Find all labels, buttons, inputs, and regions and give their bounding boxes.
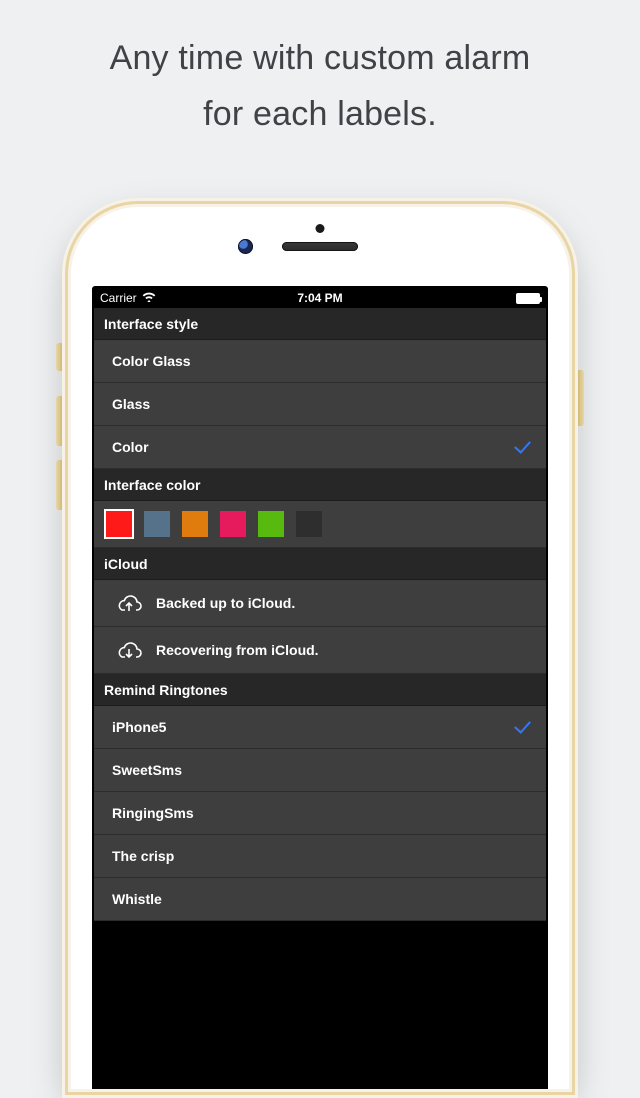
color-swatch-row: [94, 501, 546, 548]
phone-speaker: [282, 242, 358, 251]
ringtone-ringingsms[interactable]: RingingSms: [94, 792, 546, 835]
ringtone-label: The crisp: [112, 848, 174, 864]
color-swatch-black[interactable]: [296, 511, 322, 537]
phone-frame: Carrier 7:04 PM Interface style Color Gl…: [62, 198, 578, 1098]
icloud-backup-label: Backed up to iCloud.: [156, 595, 295, 611]
style-option-glass[interactable]: Glass: [94, 383, 546, 426]
ringtone-label: RingingSms: [112, 805, 194, 821]
ringtone-label: SweetSms: [112, 762, 182, 778]
status-bar: Carrier 7:04 PM: [94, 288, 546, 308]
phone-volume-up: [56, 396, 62, 446]
color-swatch-slate[interactable]: [144, 511, 170, 537]
phone-sensor-dot: [316, 224, 325, 233]
icloud-backup-row[interactable]: Backed up to iCloud.: [94, 580, 546, 627]
carrier-label: Carrier: [100, 291, 137, 305]
clock-time: 7:04 PM: [297, 291, 342, 305]
style-option-label: Color: [112, 439, 149, 455]
color-swatch-pink[interactable]: [220, 511, 246, 537]
icloud-restore-row[interactable]: Recovering from iCloud.: [94, 627, 546, 674]
ringtone-label: Whistle: [112, 891, 162, 907]
color-swatch-green[interactable]: [258, 511, 284, 537]
wifi-icon: [142, 291, 156, 305]
section-header-interface-style: Interface style: [94, 308, 546, 340]
phone-screen: Carrier 7:04 PM Interface style Color Gl…: [92, 286, 548, 1098]
ringtone-whistle[interactable]: Whistle: [94, 878, 546, 921]
marketing-headline: Any time with custom alarm for each labe…: [0, 0, 640, 142]
style-option-color-glass[interactable]: Color Glass: [94, 340, 546, 383]
cloud-upload-icon: [116, 593, 142, 613]
phone-front-camera: [238, 239, 253, 254]
style-option-color[interactable]: Color: [94, 426, 546, 469]
style-option-label: Glass: [112, 396, 150, 412]
ringtone-thecrisp[interactable]: The crisp: [94, 835, 546, 878]
battery-icon: [516, 293, 540, 304]
style-option-label: Color Glass: [112, 353, 191, 369]
section-header-icloud: iCloud: [94, 548, 546, 580]
headline-line1: Any time with custom alarm: [110, 39, 531, 77]
ringtone-iphone5[interactable]: iPhone5: [94, 706, 546, 749]
phone-power-button: [578, 370, 584, 426]
cloud-download-icon: [116, 640, 142, 660]
ringtone-label: iPhone5: [112, 719, 166, 735]
color-swatch-orange[interactable]: [182, 511, 208, 537]
headline-line2: for each labels.: [203, 95, 437, 133]
phone-volume-down: [56, 460, 62, 510]
section-header-interface-color: Interface color: [94, 469, 546, 501]
ringtone-sweetsms[interactable]: SweetSms: [94, 749, 546, 792]
color-swatch-red[interactable]: [106, 511, 132, 537]
section-header-ringtones: Remind Ringtones: [94, 674, 546, 706]
phone-mute-switch: [56, 343, 62, 371]
icloud-restore-label: Recovering from iCloud.: [156, 642, 319, 658]
